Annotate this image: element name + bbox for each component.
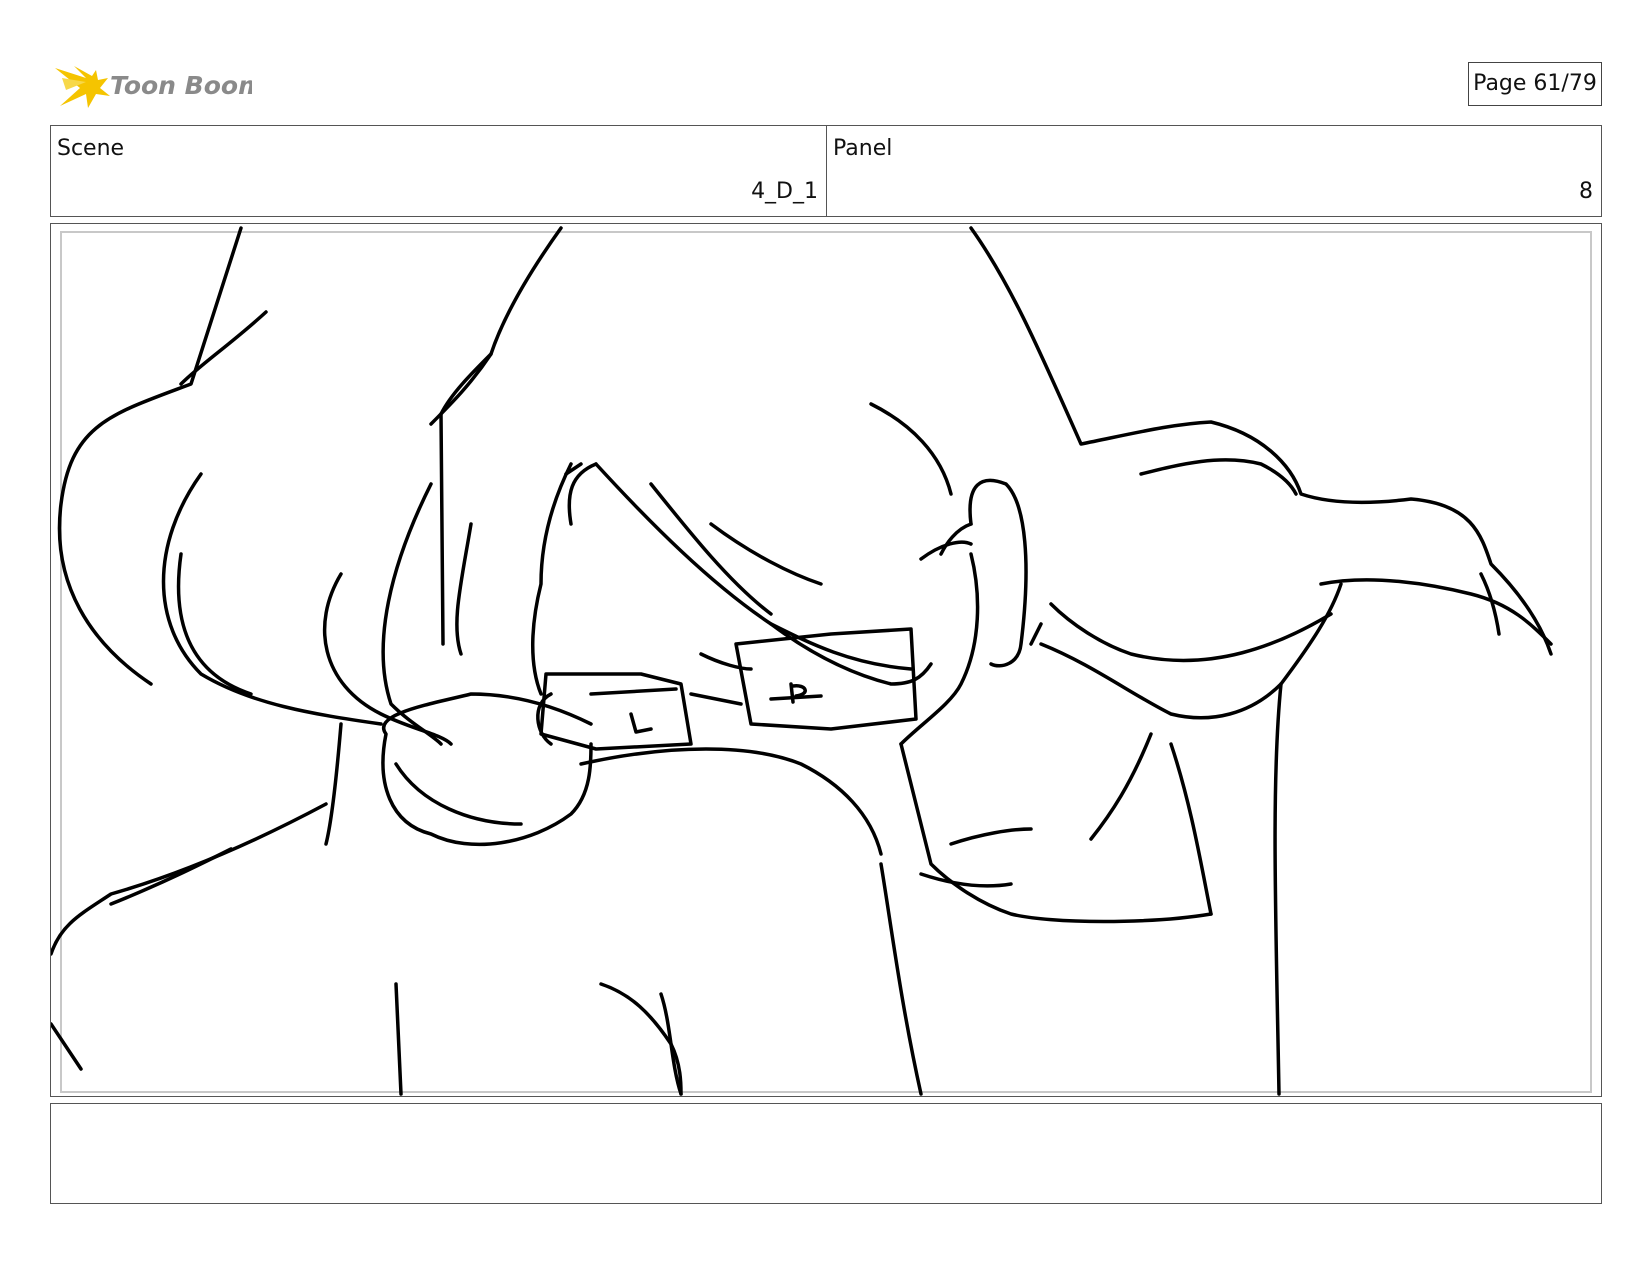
safe-area-border [60,231,1592,1093]
storyboard-panel-image [50,223,1602,1097]
star-burst-icon [55,66,110,108]
panel-value: 8 [1579,179,1593,204]
toon-boom-logo: Toon Boom [52,56,252,112]
scene-cell: Scene 4_D_1 [51,126,827,216]
scene-panel-table: Scene 4_D_1 Panel 8 [50,125,1602,217]
character-sketch [51,226,1553,1096]
sketch-drawing [51,226,1592,1096]
logo-text: Toon Boom [110,71,252,100]
scene-label: Scene [57,136,125,161]
panel-label: Panel [833,136,893,161]
panel-notes-box [50,1103,1602,1204]
page-indicator: Page 61/79 [1468,62,1602,106]
scene-value: 4_D_1 [751,179,818,204]
panel-cell: Panel 8 [827,126,1601,216]
